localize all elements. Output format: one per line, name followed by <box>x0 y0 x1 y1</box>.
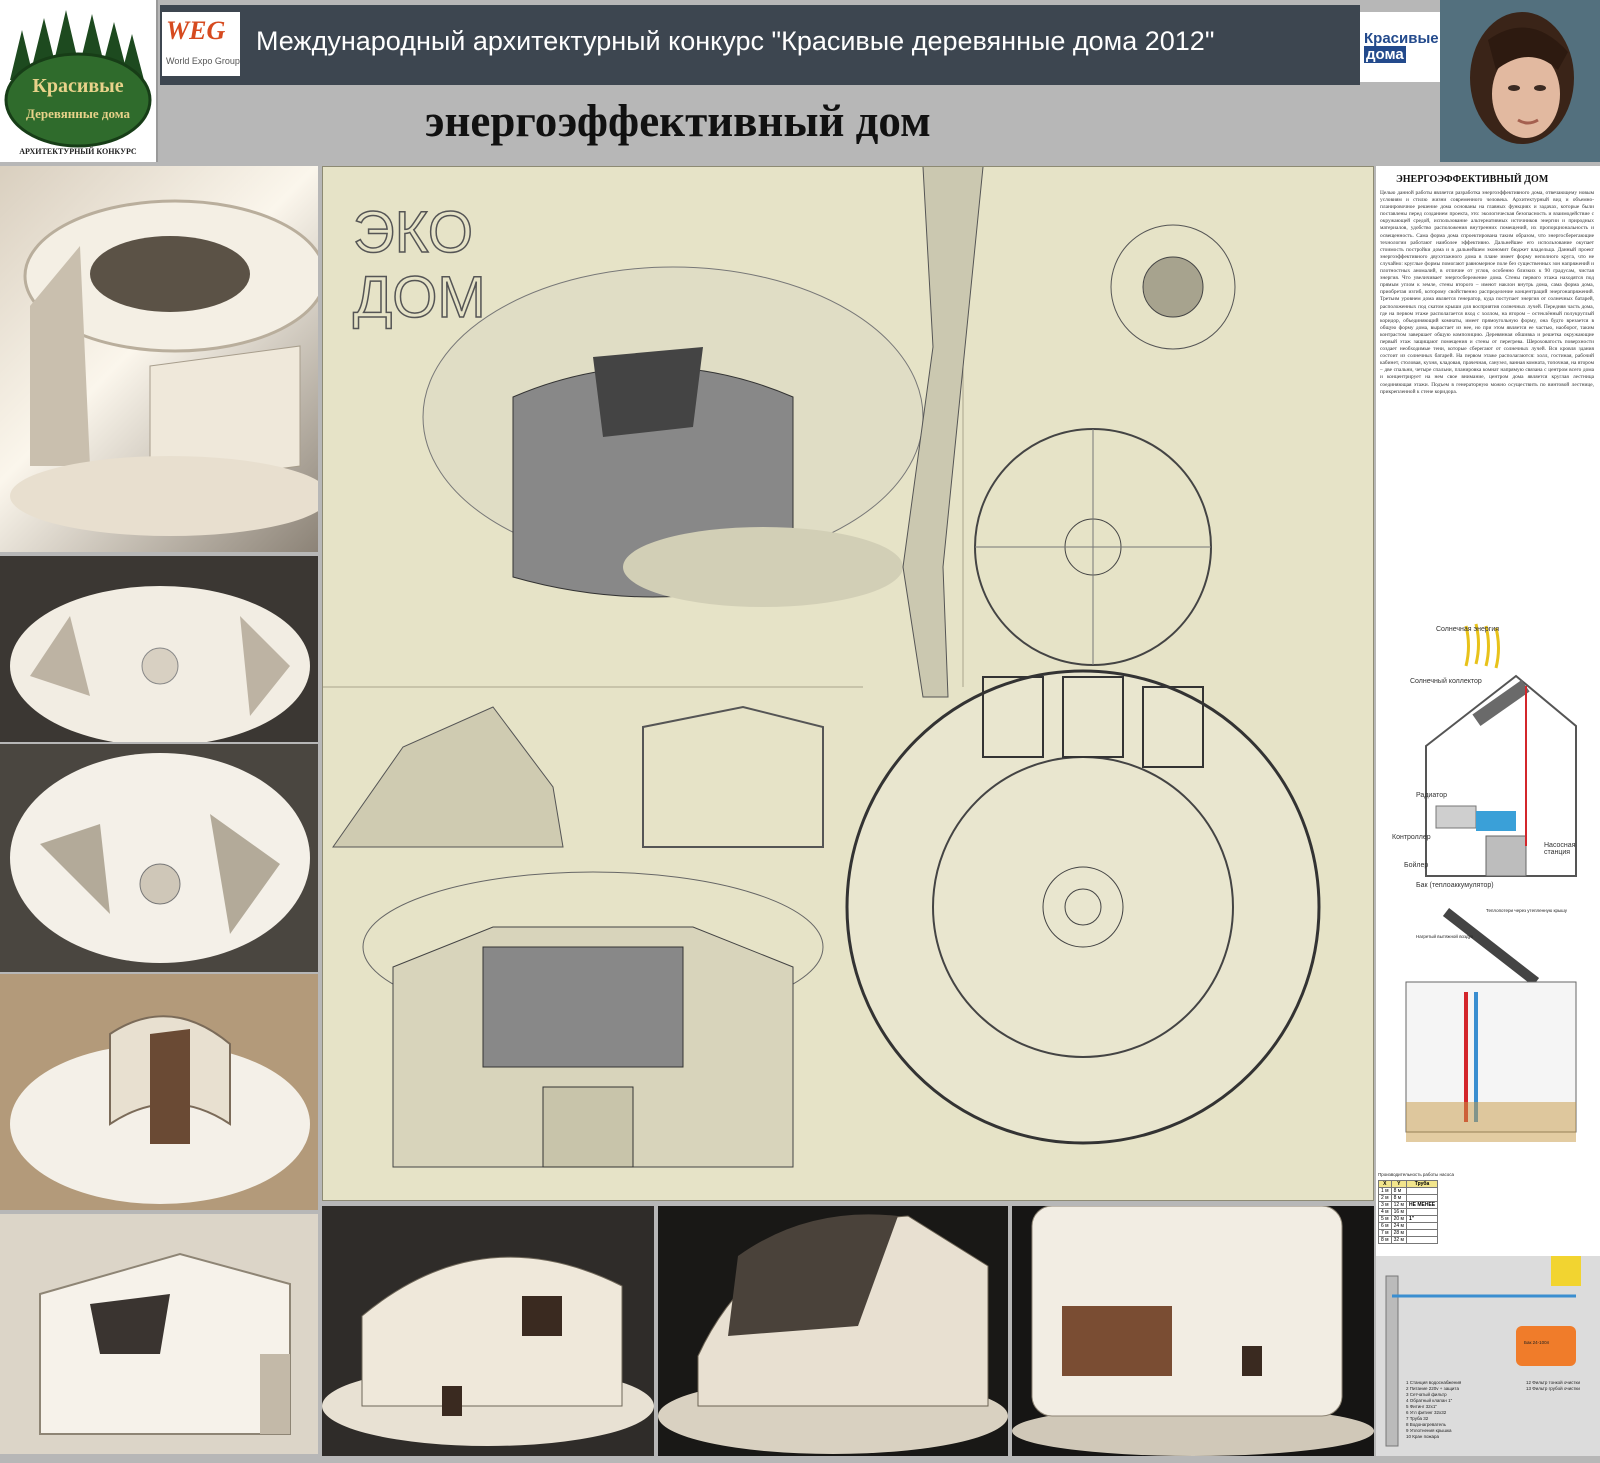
model-photo-4 <box>0 974 318 1210</box>
table-row: 8 м 32 м <box>1378 1236 1439 1244</box>
magazine-logo-line2: дома <box>1364 46 1406 63</box>
table-row: 3 м 12 м НЕ МЕНЕЕ <box>1378 1201 1439 1209</box>
tank-label: Бак (теплоаккумулятор) <box>1416 882 1494 889</box>
sponsor-logo: WEG World Expo Group <box>162 12 240 76</box>
description-body: Целью данной работы является разработка … <box>1380 190 1594 395</box>
tank-size-label: Бак 24-100л <box>1524 1340 1550 1345</box>
description-heading: ЭНЕРГОЭФФЕКТИВНЫЙ ДОМ <box>1396 174 1549 185</box>
contest-logo-graphic: Красивые Деревянные дома АРХИТЕКТУРНЫЙ К… <box>4 10 152 156</box>
sponsor-logo-main: WEG <box>166 16 226 45</box>
model-photo-7 <box>658 1206 1008 1456</box>
drawing-sheet: ЭКО ДОМ <box>322 166 1374 1201</box>
table-row: 2 м8 м <box>1378 1194 1439 1202</box>
pump-col-x: X <box>1378 1180 1392 1188</box>
table-row: 5 м 20 м 1" <box>1378 1215 1439 1223</box>
description-panel: ЭНЕРГОЭФФЕКТИВНЫЙ ДОМ Целью данной работ… <box>1376 166 1600 1456</box>
warm-air-label: Нагретый вытяжной воздух <box>1416 934 1474 939</box>
table-row: 1 м8 м <box>1378 1187 1439 1195</box>
controller-label: Контроллер <box>1392 834 1431 841</box>
ventilation-diagram: Нагретый вытяжной воздух Теплопотери чер… <box>1376 902 1600 1162</box>
table-row: 7 м 28 м <box>1378 1229 1439 1237</box>
model-photo-1 <box>0 166 330 552</box>
solar-energy-label: Солнечная энергия <box>1436 626 1500 633</box>
model-photo-8 <box>1012 1205 1374 1456</box>
author-portrait <box>1440 0 1600 162</box>
magazine-logo-line1: Красивые <box>1364 30 1439 47</box>
architectural-drawings: ЭКО ДОМ <box>323 166 1373 1200</box>
logo-caption: АРХИТЕКТУРНЫЙ КОНКУРС <box>19 147 137 156</box>
model-photo-6 <box>322 1206 654 1456</box>
pump-station-label: Насосная станция <box>1544 842 1576 856</box>
sponsor-logo-sub: World Expo Group <box>166 56 240 66</box>
water-supply-diagram: Бак 24-100л 1 Станция водоснабжения 2 Пит… <box>1376 1256 1600 1456</box>
table-row: 4 м 16 м <box>1378 1208 1439 1216</box>
contest-logo: Красивые Деревянные дома АРХИТЕКТУРНЫЙ К… <box>0 0 158 162</box>
pump-table-caption: Производительность работы насоса <box>1378 1172 1455 1177</box>
contest-title: Международный архитектурный конкурс "Кра… <box>256 26 1215 56</box>
heat-loss-label: Теплопотери через утепленную крышу <box>1486 908 1568 913</box>
page-title: энергоэффективный дом <box>425 96 931 146</box>
pump-table: X Y Труба 1 м8 м 2 м8 м 3 м 12 м НЕ МЕНЕЕ … <box>1378 1180 1439 1244</box>
table-row: 6 м 24 м <box>1378 1222 1439 1230</box>
water-supply-legend: 1 Станция водоснабжения 2 Питание 220v + … <box>1406 1380 1462 1439</box>
model-photo-2 <box>0 556 318 746</box>
solar-collector-label: Солнечный коллектор <box>1410 678 1482 685</box>
logo-text-top: Красивые <box>32 75 123 97</box>
model-photo-3 <box>0 744 318 972</box>
eco-label-2: ДОМ <box>353 265 486 330</box>
eco-label-1: ЭКО <box>353 200 473 265</box>
pump-col-pipe: Труба <box>1405 1180 1439 1188</box>
solar-heating-diagram: Солнечная энергия Солнечный коллектор Ра… <box>1376 616 1600 892</box>
water-supply-legend-2: 12 Фильтр тонкой очистки 13 Фильтр грубой… <box>1526 1380 1580 1391</box>
model-photo-5 <box>0 1214 318 1454</box>
logo-text-bottom: Деревянные дома <box>26 106 131 121</box>
pump-col-y: Y <box>1390 1180 1408 1188</box>
radiator-label: Радиатор <box>1416 792 1447 799</box>
magazine-logo: Красивые дома <box>1360 12 1440 82</box>
boiler-label: Бойлер <box>1404 862 1429 869</box>
